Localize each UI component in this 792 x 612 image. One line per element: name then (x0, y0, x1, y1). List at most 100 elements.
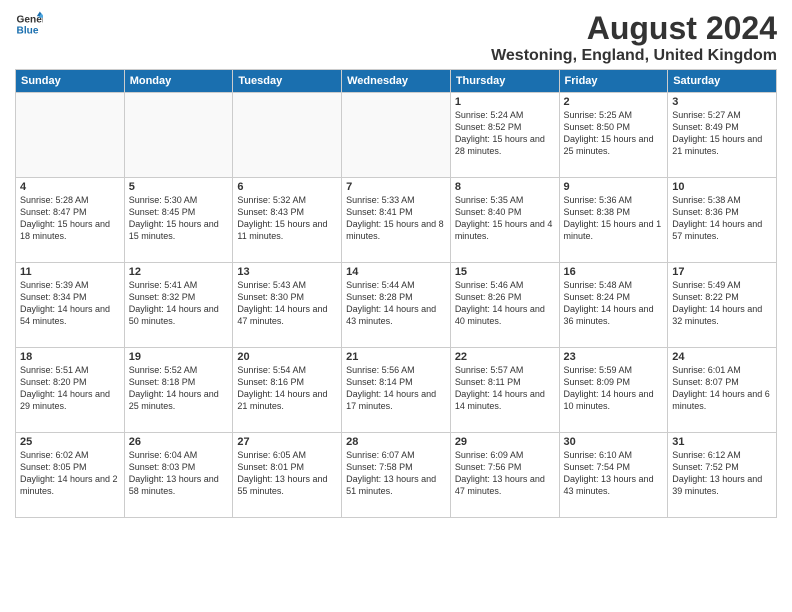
day-info: Sunrise: 5:25 AMSunset: 8:50 PMDaylight:… (564, 109, 664, 158)
table-row: 17Sunrise: 5:49 AMSunset: 8:22 PMDayligh… (668, 263, 777, 348)
col-wednesday: Wednesday (342, 70, 451, 93)
day-info: Sunrise: 5:39 AMSunset: 8:34 PMDaylight:… (20, 279, 120, 328)
day-info: Sunrise: 5:36 AMSunset: 8:38 PMDaylight:… (564, 194, 664, 243)
day-number: 26 (129, 436, 229, 448)
table-row: 31Sunrise: 6:12 AMSunset: 7:52 PMDayligh… (668, 433, 777, 518)
logo-icon: General Blue (15, 10, 43, 38)
table-row: 11Sunrise: 5:39 AMSunset: 8:34 PMDayligh… (16, 263, 125, 348)
col-tuesday: Tuesday (233, 70, 342, 93)
day-number: 15 (455, 266, 555, 278)
day-number: 28 (346, 436, 446, 448)
day-info: Sunrise: 6:09 AMSunset: 7:56 PMDaylight:… (455, 449, 555, 498)
header: General Blue August 2024 Westoning, Engl… (15, 10, 777, 65)
day-info: Sunrise: 5:43 AMSunset: 8:30 PMDaylight:… (237, 279, 337, 328)
table-row: 2Sunrise: 5:25 AMSunset: 8:50 PMDaylight… (559, 93, 668, 178)
day-number: 4 (20, 181, 120, 193)
day-info: Sunrise: 5:56 AMSunset: 8:14 PMDaylight:… (346, 364, 446, 413)
day-number: 20 (237, 351, 337, 363)
table-row: 18Sunrise: 5:51 AMSunset: 8:20 PMDayligh… (16, 348, 125, 433)
calendar-week-row: 25Sunrise: 6:02 AMSunset: 8:05 PMDayligh… (16, 433, 777, 518)
day-info: Sunrise: 5:24 AMSunset: 8:52 PMDaylight:… (455, 109, 555, 158)
day-number: 27 (237, 436, 337, 448)
table-row: 4Sunrise: 5:28 AMSunset: 8:47 PMDaylight… (16, 178, 125, 263)
table-row: 23Sunrise: 5:59 AMSunset: 8:09 PMDayligh… (559, 348, 668, 433)
day-info: Sunrise: 5:28 AMSunset: 8:47 PMDaylight:… (20, 194, 120, 243)
day-number: 6 (237, 181, 337, 193)
table-row: 25Sunrise: 6:02 AMSunset: 8:05 PMDayligh… (16, 433, 125, 518)
table-row: 3Sunrise: 5:27 AMSunset: 8:49 PMDaylight… (668, 93, 777, 178)
day-number: 23 (564, 351, 664, 363)
day-info: Sunrise: 5:46 AMSunset: 8:26 PMDaylight:… (455, 279, 555, 328)
table-row: 10Sunrise: 5:38 AMSunset: 8:36 PMDayligh… (668, 178, 777, 263)
day-info: Sunrise: 6:05 AMSunset: 8:01 PMDaylight:… (237, 449, 337, 498)
calendar-week-row: 18Sunrise: 5:51 AMSunset: 8:20 PMDayligh… (16, 348, 777, 433)
day-number: 7 (346, 181, 446, 193)
day-info: Sunrise: 5:38 AMSunset: 8:36 PMDaylight:… (672, 194, 772, 243)
day-info: Sunrise: 5:59 AMSunset: 8:09 PMDaylight:… (564, 364, 664, 413)
day-info: Sunrise: 5:52 AMSunset: 8:18 PMDaylight:… (129, 364, 229, 413)
day-info: Sunrise: 5:49 AMSunset: 8:22 PMDaylight:… (672, 279, 772, 328)
table-row (342, 93, 451, 178)
table-row: 21Sunrise: 5:56 AMSunset: 8:14 PMDayligh… (342, 348, 451, 433)
table-row: 12Sunrise: 5:41 AMSunset: 8:32 PMDayligh… (124, 263, 233, 348)
day-info: Sunrise: 5:32 AMSunset: 8:43 PMDaylight:… (237, 194, 337, 243)
day-info: Sunrise: 5:51 AMSunset: 8:20 PMDaylight:… (20, 364, 120, 413)
day-number: 19 (129, 351, 229, 363)
day-info: Sunrise: 5:27 AMSunset: 8:49 PMDaylight:… (672, 109, 772, 158)
table-row: 7Sunrise: 5:33 AMSunset: 8:41 PMDaylight… (342, 178, 451, 263)
svg-text:Blue: Blue (17, 25, 39, 36)
logo: General Blue (15, 10, 43, 38)
table-row: 6Sunrise: 5:32 AMSunset: 8:43 PMDaylight… (233, 178, 342, 263)
table-row: 8Sunrise: 5:35 AMSunset: 8:40 PMDaylight… (450, 178, 559, 263)
col-sunday: Sunday (16, 70, 125, 93)
day-info: Sunrise: 5:48 AMSunset: 8:24 PMDaylight:… (564, 279, 664, 328)
table-row: 28Sunrise: 6:07 AMSunset: 7:58 PMDayligh… (342, 433, 451, 518)
day-info: Sunrise: 5:44 AMSunset: 8:28 PMDaylight:… (346, 279, 446, 328)
day-number: 12 (129, 266, 229, 278)
table-row (233, 93, 342, 178)
day-number: 5 (129, 181, 229, 193)
day-info: Sunrise: 5:33 AMSunset: 8:41 PMDaylight:… (346, 194, 446, 243)
table-row: 1Sunrise: 5:24 AMSunset: 8:52 PMDaylight… (450, 93, 559, 178)
table-row: 9Sunrise: 5:36 AMSunset: 8:38 PMDaylight… (559, 178, 668, 263)
table-row: 5Sunrise: 5:30 AMSunset: 8:45 PMDaylight… (124, 178, 233, 263)
day-number: 16 (564, 266, 664, 278)
table-row: 19Sunrise: 5:52 AMSunset: 8:18 PMDayligh… (124, 348, 233, 433)
day-info: Sunrise: 6:07 AMSunset: 7:58 PMDaylight:… (346, 449, 446, 498)
calendar-week-row: 11Sunrise: 5:39 AMSunset: 8:34 PMDayligh… (16, 263, 777, 348)
title-block: August 2024 Westoning, England, United K… (491, 10, 777, 65)
day-info: Sunrise: 5:57 AMSunset: 8:11 PMDaylight:… (455, 364, 555, 413)
day-number: 21 (346, 351, 446, 363)
day-number: 14 (346, 266, 446, 278)
day-number: 1 (455, 96, 555, 108)
day-number: 25 (20, 436, 120, 448)
day-info: Sunrise: 5:35 AMSunset: 8:40 PMDaylight:… (455, 194, 555, 243)
day-number: 17 (672, 266, 772, 278)
table-row: 27Sunrise: 6:05 AMSunset: 8:01 PMDayligh… (233, 433, 342, 518)
page: General Blue August 2024 Westoning, Engl… (0, 0, 792, 612)
table-row (16, 93, 125, 178)
day-number: 11 (20, 266, 120, 278)
table-row: 20Sunrise: 5:54 AMSunset: 8:16 PMDayligh… (233, 348, 342, 433)
table-row: 29Sunrise: 6:09 AMSunset: 7:56 PMDayligh… (450, 433, 559, 518)
day-info: Sunrise: 5:41 AMSunset: 8:32 PMDaylight:… (129, 279, 229, 328)
main-title: August 2024 (491, 10, 777, 47)
day-number: 2 (564, 96, 664, 108)
day-info: Sunrise: 6:02 AMSunset: 8:05 PMDaylight:… (20, 449, 120, 498)
day-number: 31 (672, 436, 772, 448)
day-number: 30 (564, 436, 664, 448)
table-row: 15Sunrise: 5:46 AMSunset: 8:26 PMDayligh… (450, 263, 559, 348)
table-row: 22Sunrise: 5:57 AMSunset: 8:11 PMDayligh… (450, 348, 559, 433)
day-number: 10 (672, 181, 772, 193)
day-number: 29 (455, 436, 555, 448)
calendar-week-row: 4Sunrise: 5:28 AMSunset: 8:47 PMDaylight… (16, 178, 777, 263)
col-thursday: Thursday (450, 70, 559, 93)
calendar-week-row: 1Sunrise: 5:24 AMSunset: 8:52 PMDaylight… (16, 93, 777, 178)
calendar-table: Sunday Monday Tuesday Wednesday Thursday… (15, 69, 777, 518)
day-info: Sunrise: 6:10 AMSunset: 7:54 PMDaylight:… (564, 449, 664, 498)
calendar-header-row: Sunday Monday Tuesday Wednesday Thursday… (16, 70, 777, 93)
day-number: 22 (455, 351, 555, 363)
day-number: 13 (237, 266, 337, 278)
day-info: Sunrise: 5:30 AMSunset: 8:45 PMDaylight:… (129, 194, 229, 243)
table-row: 26Sunrise: 6:04 AMSunset: 8:03 PMDayligh… (124, 433, 233, 518)
